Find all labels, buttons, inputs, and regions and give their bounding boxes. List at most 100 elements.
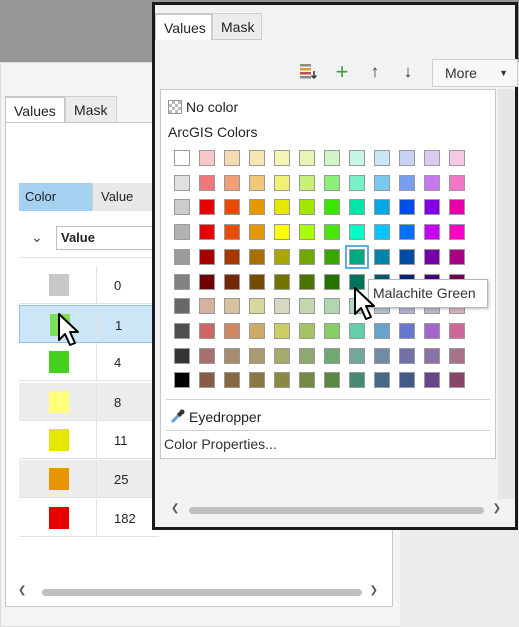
- color-swatch[interactable]: [374, 348, 390, 364]
- color-swatch[interactable]: [299, 249, 315, 265]
- color-swatch[interactable]: [424, 199, 440, 215]
- color-swatch[interactable]: [249, 249, 265, 265]
- color-swatch[interactable]: [424, 323, 440, 339]
- add-classes-icon[interactable]: [297, 61, 319, 83]
- color-swatch[interactable]: [174, 249, 190, 265]
- color-swatch[interactable]: [174, 199, 190, 215]
- table-row[interactable]: 182: [19, 499, 159, 537]
- table-row[interactable]: 1: [19, 305, 159, 343]
- color-swatch[interactable]: [174, 175, 190, 191]
- color-swatch[interactable]: [249, 175, 265, 191]
- color-swatch[interactable]: [224, 348, 240, 364]
- move-down-icon[interactable]: ↓: [397, 61, 419, 83]
- color-swatch[interactable]: [199, 175, 215, 191]
- color-swatch[interactable]: [349, 323, 365, 339]
- popup-tab-mask[interactable]: Mask: [212, 13, 262, 40]
- more-button[interactable]: More ▼: [432, 59, 518, 87]
- color-swatch[interactable]: [49, 274, 69, 296]
- color-swatch[interactable]: [49, 351, 69, 373]
- color-swatch[interactable]: [274, 249, 290, 265]
- color-swatch[interactable]: [249, 199, 265, 215]
- color-swatch[interactable]: [224, 372, 240, 388]
- scroll-thumb[interactable]: [42, 589, 362, 596]
- color-swatch[interactable]: [174, 298, 190, 314]
- eyedropper-option[interactable]: Eyedropper: [169, 406, 261, 428]
- back-tab-values[interactable]: Values: [5, 96, 65, 123]
- color-swatch[interactable]: [424, 150, 440, 166]
- color-swatch[interactable]: [274, 199, 290, 215]
- back-tab-mask[interactable]: Mask: [65, 96, 117, 123]
- column-header-value[interactable]: Value: [92, 183, 159, 211]
- color-swatch[interactable]: [399, 199, 415, 215]
- color-swatch[interactable]: [324, 348, 340, 364]
- color-swatch[interactable]: [349, 348, 365, 364]
- color-swatch[interactable]: [299, 372, 315, 388]
- scroll-right-icon[interactable]: ❯: [493, 503, 501, 514]
- color-swatch[interactable]: [449, 249, 465, 265]
- popup-horizontal-scrollbar[interactable]: ❮ ❯: [171, 503, 501, 517]
- color-swatch[interactable]: [174, 224, 190, 240]
- color-swatch[interactable]: [199, 298, 215, 314]
- color-swatch[interactable]: [399, 249, 415, 265]
- color-swatch[interactable]: [199, 372, 215, 388]
- color-swatch[interactable]: [424, 175, 440, 191]
- color-swatch[interactable]: [249, 224, 265, 240]
- color-swatch[interactable]: [349, 150, 365, 166]
- color-swatch[interactable]: [299, 323, 315, 339]
- color-properties-option[interactable]: Color Properties...: [164, 436, 277, 452]
- color-swatch[interactable]: [199, 274, 215, 290]
- color-swatch[interactable]: [249, 348, 265, 364]
- color-swatch[interactable]: [299, 224, 315, 240]
- color-swatch[interactable]: [174, 274, 190, 290]
- color-swatch[interactable]: [199, 199, 215, 215]
- color-swatch[interactable]: [399, 150, 415, 166]
- color-swatch[interactable]: [174, 372, 190, 388]
- color-swatch[interactable]: [299, 298, 315, 314]
- no-color-option[interactable]: No color: [168, 98, 238, 116]
- color-swatch[interactable]: [449, 372, 465, 388]
- color-swatch[interactable]: [299, 348, 315, 364]
- color-swatch[interactable]: [449, 348, 465, 364]
- color-swatch[interactable]: [224, 274, 240, 290]
- color-swatch[interactable]: [224, 298, 240, 314]
- color-swatch[interactable]: [274, 175, 290, 191]
- color-swatch[interactable]: [374, 323, 390, 339]
- scroll-left-icon[interactable]: ❮: [171, 503, 179, 514]
- color-swatch[interactable]: [399, 348, 415, 364]
- color-swatch[interactable]: [174, 348, 190, 364]
- color-swatch[interactable]: [399, 175, 415, 191]
- color-swatch[interactable]: [324, 199, 340, 215]
- move-up-icon[interactable]: ↑: [364, 61, 386, 83]
- color-swatch[interactable]: [349, 175, 365, 191]
- color-swatch[interactable]: [345, 245, 369, 269]
- color-swatch[interactable]: [324, 274, 340, 290]
- color-swatch[interactable]: [199, 150, 215, 166]
- table-row[interactable]: 25: [19, 460, 159, 498]
- color-swatch[interactable]: [349, 224, 365, 240]
- color-swatch[interactable]: [324, 372, 340, 388]
- group-field-box[interactable]: Value: [56, 226, 159, 250]
- color-swatch[interactable]: [374, 175, 390, 191]
- column-header-color[interactable]: Color: [19, 183, 92, 211]
- color-swatch[interactable]: [249, 150, 265, 166]
- color-swatch[interactable]: [324, 175, 340, 191]
- color-swatch[interactable]: [449, 175, 465, 191]
- scroll-right-icon[interactable]: ❯: [370, 585, 378, 596]
- color-swatch[interactable]: [224, 323, 240, 339]
- color-swatch[interactable]: [374, 372, 390, 388]
- color-swatch[interactable]: [224, 224, 240, 240]
- color-swatch[interactable]: [399, 224, 415, 240]
- color-swatch[interactable]: [299, 274, 315, 290]
- color-swatch[interactable]: [274, 298, 290, 314]
- color-swatch[interactable]: [424, 348, 440, 364]
- color-swatch[interactable]: [349, 199, 365, 215]
- color-swatch[interactable]: [374, 249, 390, 265]
- color-swatch[interactable]: [224, 175, 240, 191]
- table-row[interactable]: 4: [19, 343, 159, 381]
- color-swatch[interactable]: [299, 175, 315, 191]
- color-swatch[interactable]: [174, 150, 190, 166]
- color-swatch[interactable]: [224, 199, 240, 215]
- color-swatch[interactable]: [274, 274, 290, 290]
- color-swatch[interactable]: [49, 468, 69, 490]
- color-swatch[interactable]: [274, 150, 290, 166]
